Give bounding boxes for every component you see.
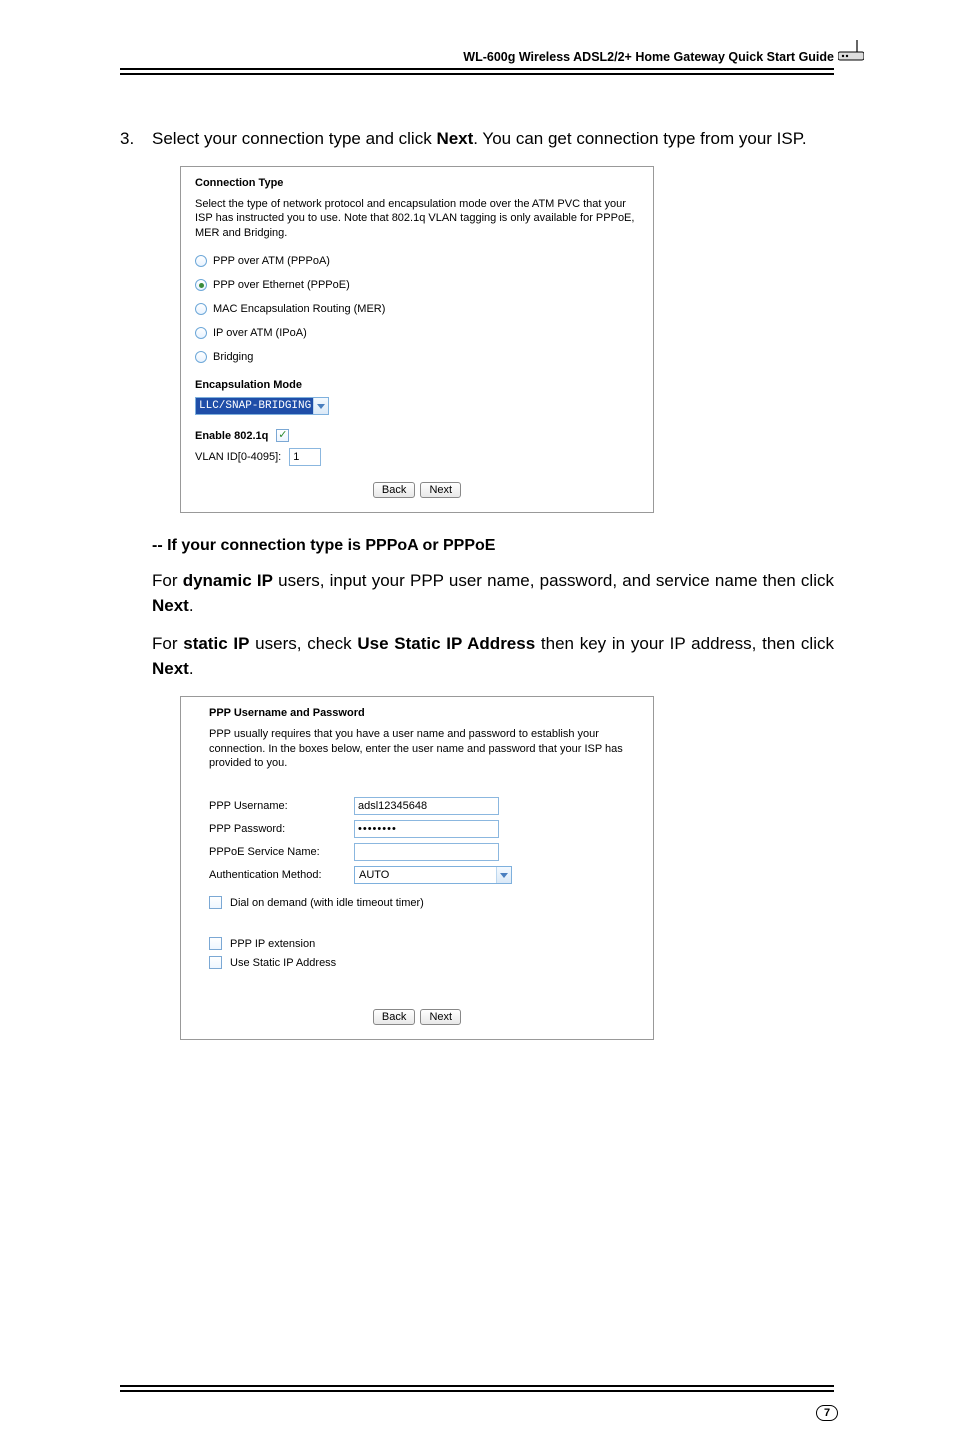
text-part: For bbox=[152, 634, 183, 653]
ppp-credentials-panel: PPP Username and Password PPP usually re… bbox=[180, 696, 654, 1041]
radio-icon bbox=[195, 351, 207, 363]
service-name-input[interactable] bbox=[354, 843, 499, 861]
step-text-part: . You can get connection type from your … bbox=[473, 129, 806, 148]
router-icon bbox=[838, 40, 864, 69]
panel-title: PPP Username and Password bbox=[209, 707, 625, 719]
subsection-para: For static IP users, check Use Static IP… bbox=[152, 632, 834, 681]
vlan-id-label: VLAN ID[0-4095]: bbox=[195, 451, 281, 463]
panel-desc: PPP usually requires that you have a use… bbox=[209, 727, 625, 772]
ppp-ip-extension-checkbox[interactable] bbox=[209, 937, 222, 950]
service-name-label: PPPoE Service Name: bbox=[209, 846, 354, 858]
next-button[interactable]: Next bbox=[420, 482, 461, 498]
back-button[interactable]: Back bbox=[373, 482, 415, 498]
radio-label: IP over ATM (IPoA) bbox=[213, 327, 307, 339]
chevron-down-icon bbox=[496, 867, 511, 883]
radio-label: PPP over Ethernet (PPPoE) bbox=[213, 279, 350, 291]
text-part: users, check bbox=[249, 634, 357, 653]
text-part: . bbox=[189, 596, 194, 615]
subsection-para: For dynamic IP users, input your PPP use… bbox=[152, 569, 834, 618]
text-bold: Next bbox=[152, 659, 189, 678]
auth-method-label: Authentication Method: bbox=[209, 869, 354, 881]
radio-label: Bridging bbox=[213, 351, 253, 363]
radio-ipoa[interactable]: IP over ATM (IPoA) bbox=[195, 327, 639, 339]
username-input[interactable]: adsl12345648 bbox=[354, 797, 499, 815]
text-part: . bbox=[189, 659, 194, 678]
enable-8021q-checkbox[interactable] bbox=[276, 429, 289, 442]
password-label: PPP Password: bbox=[209, 823, 354, 835]
select-value: LLC/SNAP-BRIDGING bbox=[196, 398, 313, 414]
step-text-part: Select your connection type and click bbox=[152, 129, 436, 148]
text-part: For bbox=[152, 571, 183, 590]
encapsulation-select[interactable]: LLC/SNAP-BRIDGING bbox=[195, 397, 329, 415]
password-input[interactable]: •••••••• bbox=[354, 820, 499, 838]
text-bold: static IP bbox=[183, 634, 249, 653]
text-bold: Next bbox=[152, 596, 189, 615]
footer-rule bbox=[120, 1385, 834, 1387]
header-title: WL-600g Wireless ADSL2/2+ Home Gateway Q… bbox=[120, 50, 834, 64]
dial-on-demand-checkbox[interactable] bbox=[209, 896, 222, 909]
radio-pppoa[interactable]: PPP over ATM (PPPoA) bbox=[195, 255, 639, 267]
header-rule bbox=[120, 73, 834, 75]
panel-desc: Select the type of network protocol and … bbox=[195, 197, 639, 242]
radio-label: PPP over ATM (PPPoA) bbox=[213, 255, 330, 267]
radio-bridging[interactable]: Bridging bbox=[195, 351, 639, 363]
step-text: Select your connection type and click Ne… bbox=[152, 127, 834, 152]
text-part: users, input your PPP user name, passwor… bbox=[273, 571, 834, 590]
header-rule bbox=[120, 68, 834, 70]
radio-label: MAC Encapsulation Routing (MER) bbox=[213, 303, 385, 315]
radio-pppoe[interactable]: PPP over Ethernet (PPPoE) bbox=[195, 279, 639, 291]
footer-rule bbox=[120, 1390, 834, 1392]
step-number: 3. bbox=[120, 127, 152, 152]
radio-icon bbox=[195, 303, 207, 315]
enable-8021q-label: Enable 802.1q bbox=[195, 430, 268, 442]
encapsulation-label: Encapsulation Mode bbox=[195, 379, 639, 391]
text-bold: dynamic IP bbox=[183, 571, 273, 590]
next-button[interactable]: Next bbox=[420, 1009, 461, 1025]
ppp-ip-extension-label: PPP IP extension bbox=[230, 938, 315, 950]
use-static-ip-checkbox[interactable] bbox=[209, 956, 222, 969]
radio-icon bbox=[195, 255, 207, 267]
vlan-id-input[interactable]: 1 bbox=[289, 448, 321, 466]
radio-mer[interactable]: MAC Encapsulation Routing (MER) bbox=[195, 303, 639, 315]
radio-icon bbox=[195, 327, 207, 339]
page-number: 7 bbox=[816, 1405, 838, 1421]
back-button[interactable]: Back bbox=[373, 1009, 415, 1025]
text-bold: Use Static IP Address bbox=[357, 634, 535, 653]
connection-type-panel: Connection Type Select the type of netwo… bbox=[180, 166, 654, 514]
radio-icon bbox=[195, 279, 207, 291]
panel-title: Connection Type bbox=[195, 177, 639, 189]
dial-on-demand-label: Dial on demand (with idle timeout timer) bbox=[230, 897, 424, 909]
username-label: PPP Username: bbox=[209, 800, 354, 812]
use-static-ip-label: Use Static IP Address bbox=[230, 957, 336, 969]
chevron-down-icon bbox=[313, 398, 328, 414]
text-part: then key in your IP address, then click bbox=[535, 634, 834, 653]
auth-method-select[interactable]: AUTO bbox=[354, 866, 512, 884]
subsection-heading: -- If your connection type is PPPoA or P… bbox=[152, 537, 834, 555]
select-value: AUTO bbox=[355, 869, 395, 881]
step-text-bold: Next bbox=[436, 129, 473, 148]
